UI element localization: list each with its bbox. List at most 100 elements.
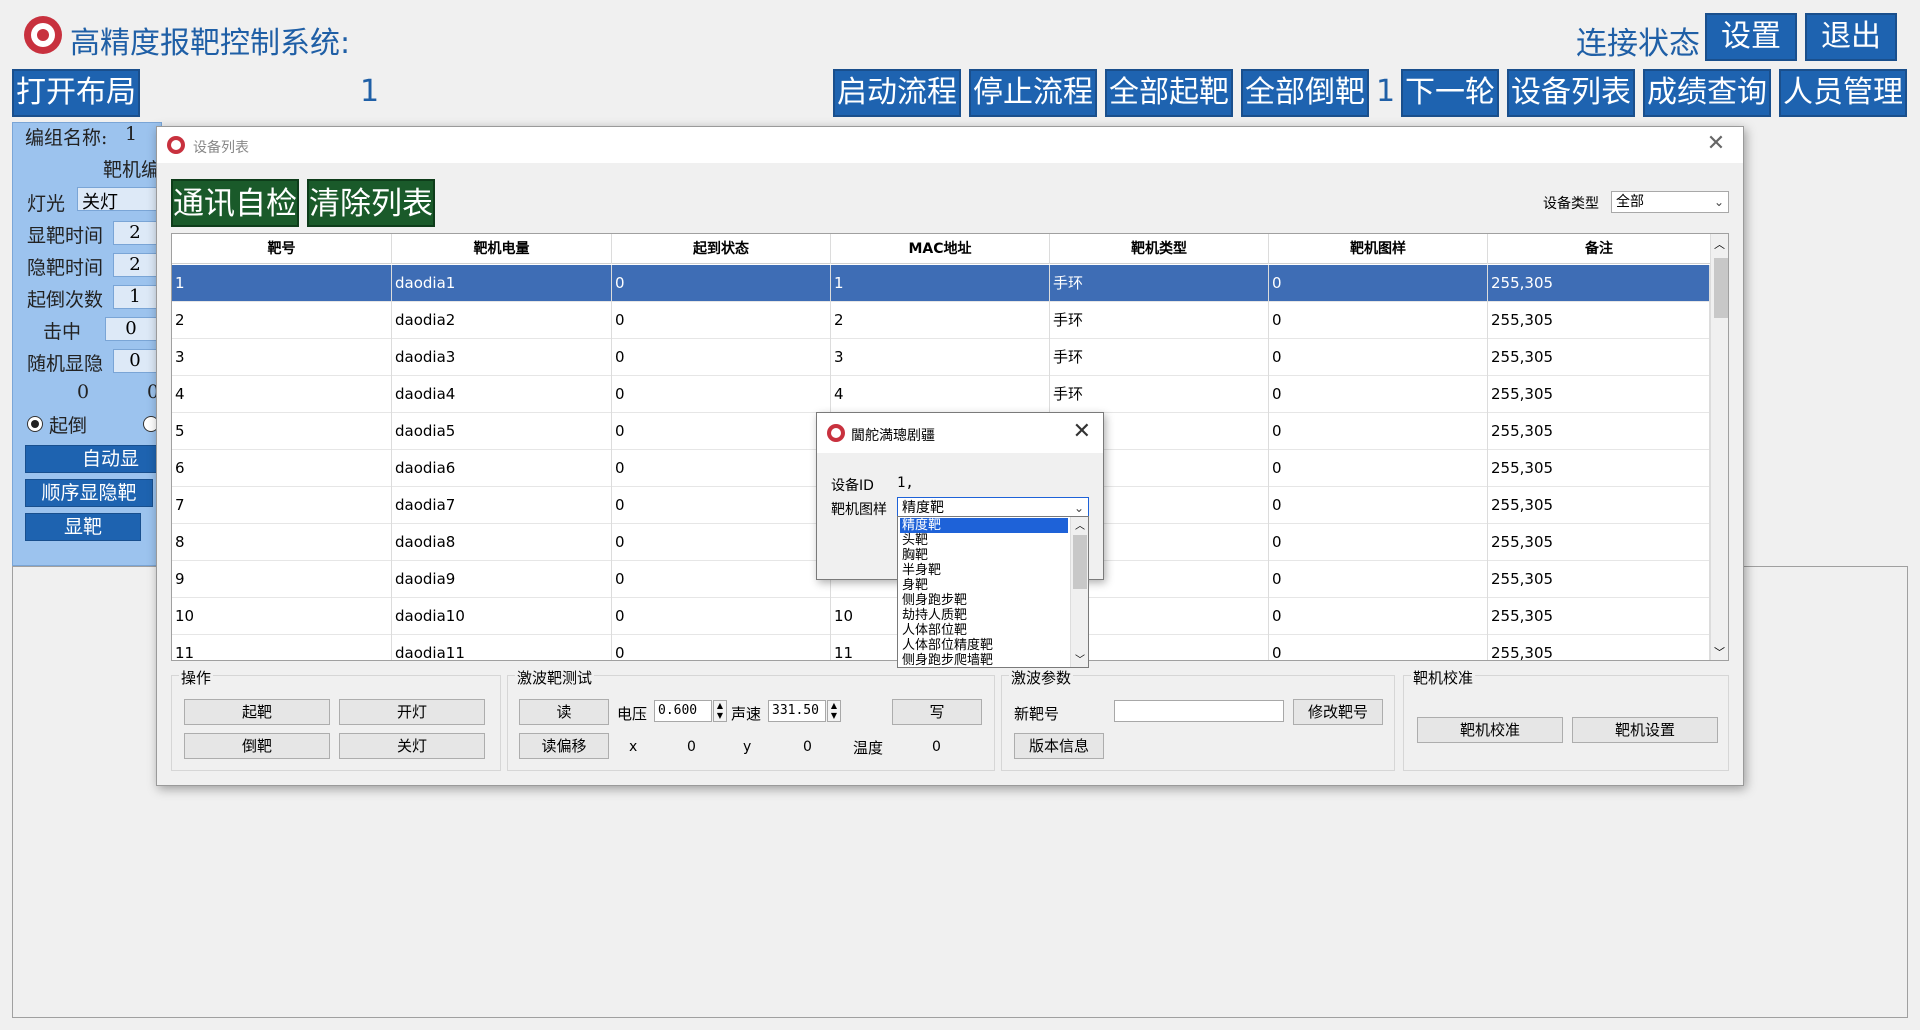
operation-group-label: 操作 <box>179 667 214 688</box>
table-cell: 0 <box>1269 524 1488 561</box>
hide-time-label: 隐靶时间 <box>27 257 104 279</box>
dropdown-option[interactable]: 胸靶 <box>900 548 1068 563</box>
dropdown-option[interactable]: 半身靶 <box>900 563 1068 578</box>
dropdown-option[interactable]: 侧身跑步靶 <box>900 593 1068 608</box>
dropdown-option[interactable]: 人体部位靶 <box>900 623 1068 638</box>
table-cell: 7 <box>172 487 392 524</box>
raise-radio[interactable] <box>27 416 43 432</box>
table-row[interactable]: 3 daodia3 0 3 手环 0 255,305 <box>172 339 1710 376</box>
table-row[interactable]: 2 daodia2 0 2 手环 0 255,305 <box>172 302 1710 339</box>
table-cell: 0 <box>612 413 831 450</box>
dropdown-option[interactable]: 头靶 <box>900 533 1068 548</box>
light-on-button[interactable]: 开灯 <box>339 699 485 725</box>
column-header[interactable]: 备注 <box>1488 234 1710 264</box>
sound-speed-stepper[interactable]: ▲ ▼ <box>827 700 841 722</box>
close-icon[interactable]: ✕ <box>1073 419 1091 444</box>
version-info-button[interactable]: 版本信息 <box>1014 733 1104 759</box>
chevron-up-icon[interactable]: ︿ <box>1714 236 1725 252</box>
x-value: 0 <box>687 739 696 755</box>
exit-button[interactable]: 退出 <box>1805 13 1897 61</box>
chevron-down-icon: ⌄ <box>1713 195 1724 209</box>
chevron-down-icon[interactable]: ﹀ <box>1714 644 1725 660</box>
device-id-label: 设备ID <box>831 478 874 494</box>
personnel-button[interactable]: 人员管理 <box>1779 69 1907 117</box>
column-header[interactable]: 靶机类型 <box>1050 234 1269 264</box>
column-header[interactable]: 靶机电量 <box>392 234 612 264</box>
sequential-show-button[interactable]: 顺序显隐靶 <box>25 479 153 507</box>
raise-target-button[interactable]: 起靶 <box>184 699 330 725</box>
start-flow-button[interactable]: 启动流程 <box>833 69 961 117</box>
table-row[interactable]: 1 daodia1 0 1 手环 0 255,305 <box>172 265 1710 302</box>
close-icon[interactable]: ✕ <box>1701 131 1731 156</box>
sound-speed-input[interactable]: 331.50 <box>768 700 826 722</box>
table-cell: 0 <box>612 302 831 339</box>
light-label: 灯光 <box>27 193 66 215</box>
settings-button[interactable]: 设置 <box>1705 13 1797 61</box>
comm-check-button[interactable]: 通讯自检 <box>171 179 299 227</box>
dialog-titlebar: 设备列表 ✕ <box>157 127 1743 163</box>
column-header[interactable]: MAC地址 <box>831 234 1050 264</box>
table-cell: 4 <box>172 376 392 413</box>
dropdown-option[interactable]: 侧身跑步爬墙靶 <box>900 653 1068 668</box>
dropdown-scrollbar[interactable]: ︿ ﹀ <box>1070 517 1088 667</box>
read-button[interactable]: 读 <box>519 699 609 725</box>
new-target-input[interactable] <box>1114 700 1284 722</box>
device-list-button[interactable]: 设备列表 <box>1507 69 1635 117</box>
column-header[interactable]: 靶机图样 <box>1269 234 1488 264</box>
table-cell: daodia7 <box>392 487 612 524</box>
x-label: x <box>629 739 638 755</box>
voltage-input[interactable]: 0.600 <box>654 700 712 722</box>
column-header[interactable]: 起到状态 <box>612 234 831 264</box>
voltage-stepper[interactable]: ▲ ▼ <box>713 700 727 722</box>
table-cell: 0 <box>1269 376 1488 413</box>
all-raise-button[interactable]: 全部起靶 <box>1105 69 1233 117</box>
show-target-button[interactable]: 显靶 <box>25 513 141 541</box>
scroll-thumb[interactable] <box>1714 258 1728 318</box>
pattern-value: 精度靶 <box>902 500 944 516</box>
stop-flow-button[interactable]: 停止流程 <box>969 69 1097 117</box>
all-fall-button[interactable]: 全部倒靶 <box>1241 69 1369 117</box>
table-cell: 255,305 <box>1488 265 1710 302</box>
read-offset-button[interactable]: 读偏移 <box>519 733 609 759</box>
chevron-up-icon[interactable]: ︿ <box>1075 517 1085 532</box>
raise-count-input[interactable]: 1 <box>113 285 157 309</box>
device-type-select[interactable]: 全部 ⌄ <box>1611 191 1729 213</box>
chevron-down-icon[interactable]: ﹀ <box>1075 651 1085 666</box>
fall-target-button[interactable]: 倒靶 <box>184 733 330 759</box>
calibrate-button[interactable]: 靶机校准 <box>1417 717 1563 743</box>
show-time-input[interactable]: 2 <box>113 221 157 245</box>
random-input[interactable]: 0 <box>113 349 157 373</box>
dropdown-option[interactable]: 身靶 <box>900 578 1068 593</box>
chevron-down-icon: ⌄ <box>1073 501 1084 515</box>
table-cell: 255,305 <box>1488 524 1710 561</box>
table-cell: 0 <box>612 450 831 487</box>
table-cell: daodia11 <box>392 635 612 660</box>
table-cell: 0 <box>1269 561 1488 598</box>
light-select[interactable]: 关灯 <box>77 187 157 213</box>
write-button[interactable]: 写 <box>892 699 982 725</box>
table-cell: 255,305 <box>1488 413 1710 450</box>
auto-show-button[interactable]: 自动显 <box>25 445 165 473</box>
dialog-app-icon <box>167 136 185 154</box>
table-row[interactable]: 4 daodia4 0 4 手环 0 255,305 <box>172 376 1710 413</box>
table-scrollbar[interactable]: ︿ ﹀ <box>1710 234 1728 660</box>
connection-status-label: 连接状态 <box>1576 26 1700 62</box>
table-cell: daodia10 <box>392 598 612 635</box>
dropdown-option[interactable]: 人体部位精度靶 <box>900 638 1068 653</box>
column-header[interactable]: 靶号 <box>172 234 392 264</box>
hide-time-input[interactable]: 2 <box>113 253 157 277</box>
dropdown-option[interactable]: 精度靶 <box>900 518 1068 533</box>
target-settings-button[interactable]: 靶机设置 <box>1572 717 1718 743</box>
device-type-label: 设备类型 <box>1543 196 1599 212</box>
score-query-button[interactable]: 成绩查询 <box>1643 69 1771 117</box>
light-off-button[interactable]: 关灯 <box>339 733 485 759</box>
raise-radio-label: 起倒 <box>49 415 88 437</box>
dropdown-option[interactable]: 劫持人质靶 <box>900 608 1068 623</box>
next-round-button[interactable]: 下一轮 <box>1401 69 1499 117</box>
clear-list-button[interactable]: 清除列表 <box>307 179 435 227</box>
modify-target-button[interactable]: 修改靶号 <box>1293 699 1383 725</box>
open-layout-button[interactable]: 打开布局 <box>12 69 140 117</box>
hit-input[interactable]: 0 <box>105 317 157 341</box>
scroll-thumb[interactable] <box>1073 535 1087 589</box>
dialog-title: 设备列表 <box>193 140 249 156</box>
